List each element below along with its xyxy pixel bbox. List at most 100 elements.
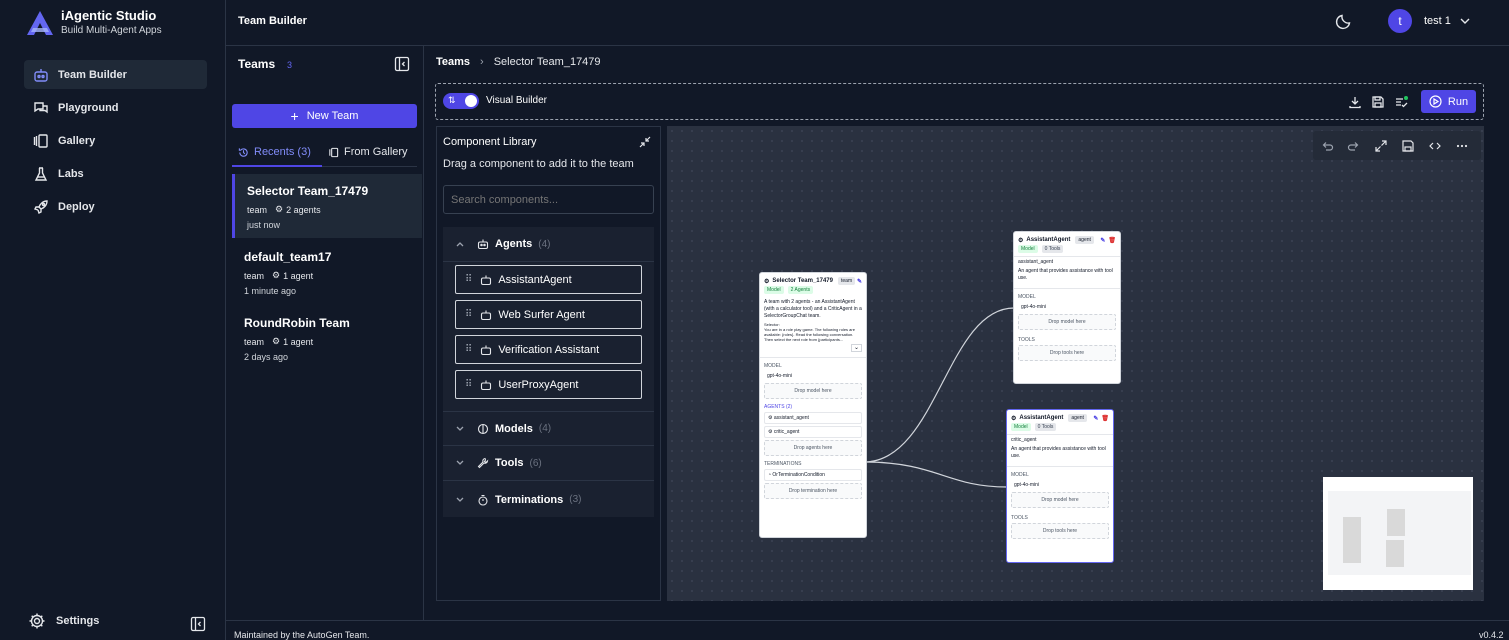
new-team-button[interactable]: + New Team (232, 104, 417, 128)
tools-badge: 0 Tools (1041, 245, 1064, 253)
team-agent-entry: ⚙ critic_agent (764, 426, 862, 438)
library-sections: Agents (4) ⠿ AssistantAgent ⠿ Web Surfer Ag… (443, 227, 654, 517)
section-tools[interactable]: Tools (6) (443, 446, 654, 481)
nav-item-playground[interactable]: Playground (24, 93, 207, 122)
redo-icon[interactable] (1347, 139, 1361, 153)
section-label: Tools (495, 457, 524, 469)
robot-icon: ⚙ (1018, 237, 1024, 244)
code-icon[interactable] (1428, 139, 1442, 153)
drop-tools-zone[interactable]: Drop tools here (1018, 345, 1116, 361)
tools-label: TOOLS (1018, 337, 1035, 343)
save-icon[interactable] (1401, 139, 1415, 153)
section-agents[interactable]: Agents (4) (443, 227, 654, 262)
drop-model-zone[interactable]: Drop model here (764, 383, 862, 399)
chevron-down-icon (456, 460, 464, 465)
agent-node[interactable]: ⚙ AssistantAgent agent ✎ 🗑 Model 0 Tools assi… (1013, 231, 1121, 384)
agent-node[interactable]: ⚙ AssistantAgent agent ✎ 🗑 Model 0 Tools crit… (1006, 409, 1114, 563)
library-agent-item[interactable]: ⠿ AssistantAgent (455, 265, 642, 294)
drag-handle-icon[interactable]: ⠿ (465, 379, 472, 390)
breadcrumb-root[interactable]: Teams (436, 56, 470, 68)
minimize-icon[interactable] (639, 136, 651, 148)
sidebar-collapse-icon[interactable] (190, 616, 206, 632)
library-agent-item[interactable]: ⠿ UserProxyAgent (455, 370, 642, 399)
agent-name: assistant_agent (1018, 259, 1054, 265)
model-badge: Model (1018, 245, 1038, 253)
edge-critic (863, 461, 1008, 488)
canvas-toolbar (1313, 131, 1481, 160)
avatar[interactable]: t (1388, 9, 1412, 33)
library-agent-item[interactable]: ⠿ Web Surfer Agent (455, 300, 642, 329)
section-terminations[interactable]: Terminations (3) (443, 482, 654, 517)
drag-handle-icon[interactable]: ⠿ (465, 309, 472, 320)
nav-label: Playground (58, 101, 119, 114)
drag-handle-icon[interactable]: ⠿ (465, 344, 472, 355)
tab-recents-label: Recents (3) (254, 146, 311, 158)
model-value: gpt-4o-mini (1021, 304, 1047, 310)
nav-item-team-builder[interactable]: Team Builder (24, 60, 207, 89)
team-card[interactable]: default_team17 team ⚙ 1 agent 1 minute ago (232, 240, 422, 304)
chevron-right-icon: › (480, 56, 484, 68)
drop-termination-zone[interactable]: Drop termination here (764, 483, 862, 499)
library-subtitle: Drag a component to add it to the team (443, 158, 634, 170)
teams-count: 3 (287, 60, 293, 70)
team-card[interactable]: RoundRobin Team team ⚙ 1 agent 2 days ago (232, 306, 422, 370)
team-card[interactable]: Selector Team_17479 team ⚙ 2 agents just n… (232, 174, 422, 238)
run-button[interactable]: Run (1421, 90, 1476, 113)
top-bar: Team Builder t test 1 (226, 0, 1509, 46)
edit-icon[interactable]: ✎ (1093, 415, 1098, 422)
teams-title: Teams (238, 57, 276, 71)
edit-icon[interactable]: ✎ (857, 278, 862, 285)
brain-icon (477, 423, 489, 434)
team-type: team (244, 336, 265, 347)
tools-label: TOOLS (1011, 515, 1028, 521)
fullscreen-icon[interactable] (1374, 139, 1388, 153)
visual-builder-toggle[interactable]: ⇅ (443, 93, 479, 109)
download-icon[interactable] (1348, 95, 1362, 109)
minimap[interactable] (1323, 477, 1473, 590)
timer-icon (478, 494, 488, 506)
flask-icon (32, 165, 50, 183)
moon-icon[interactable] (1335, 12, 1353, 30)
play-icon (1429, 95, 1442, 108)
brand-subtitle: Build Multi-Agent Apps (61, 25, 162, 36)
delete-icon[interactable]: 🗑 (1108, 237, 1116, 244)
nav-item-gallery[interactable]: Gallery (24, 126, 207, 155)
user-name[interactable]: test 1 (1424, 15, 1451, 27)
team-node[interactable]: ⚙ Selector Team_17479 team ✎ Model 2 Agents … (759, 272, 867, 538)
tab-recents[interactable]: Recents (3) (238, 146, 311, 158)
flow-canvas[interactable]: ⚙ Selector Team_17479 team ✎ Model 2 Agents … (667, 126, 1484, 601)
search-input[interactable] (443, 185, 654, 214)
library-title: Component Library (443, 136, 537, 148)
chevron-down-icon[interactable] (1459, 15, 1471, 27)
drag-handle-icon[interactable]: ⠿ (465, 274, 472, 285)
team-type: team (247, 204, 268, 215)
validate-icon[interactable] (1394, 95, 1408, 109)
tab-from-gallery[interactable]: From Gallery (328, 146, 408, 158)
edit-icon[interactable]: ✎ (1100, 237, 1105, 244)
more-icon[interactable] (1455, 139, 1469, 153)
team-time: 2 days ago (244, 352, 289, 362)
panel-collapse-icon[interactable] (394, 56, 410, 72)
drop-agents-zone[interactable]: Drop agents here (764, 440, 862, 456)
drop-tools-zone[interactable]: Drop tools here (1011, 523, 1109, 539)
sidebar: iAgentic Studio Build Multi-Agent Apps T… (0, 0, 226, 640)
section-models[interactable]: Models (4) (443, 411, 654, 446)
expand-button[interactable]: ⌄ (760, 344, 866, 352)
settings-button[interactable]: Settings (28, 612, 99, 630)
section-label: Terminations (495, 493, 564, 506)
drop-model-zone[interactable]: Drop model here (1011, 492, 1109, 508)
agent-entry-label: assistant_agent (773, 415, 809, 421)
agents-label: AGENTS (2) (764, 404, 793, 410)
section-count: (4) (538, 423, 552, 434)
plus-icon: + (290, 108, 299, 124)
undo-icon[interactable] (1320, 139, 1334, 153)
library-agent-item[interactable]: ⠿ Verification Assistant (455, 335, 642, 364)
nav-item-deploy[interactable]: Deploy (24, 192, 207, 221)
drop-model-zone[interactable]: Drop model here (1018, 314, 1116, 330)
save-icon[interactable] (1371, 95, 1385, 109)
nav-item-labs[interactable]: Labs (24, 159, 207, 188)
chat-icon (32, 99, 50, 117)
gear-icon (29, 613, 45, 629)
delete-icon[interactable]: 🗑 (1101, 415, 1109, 422)
main-area: Teams › Selector Team_17479 ⇅ Visual Bui… (425, 46, 1509, 620)
